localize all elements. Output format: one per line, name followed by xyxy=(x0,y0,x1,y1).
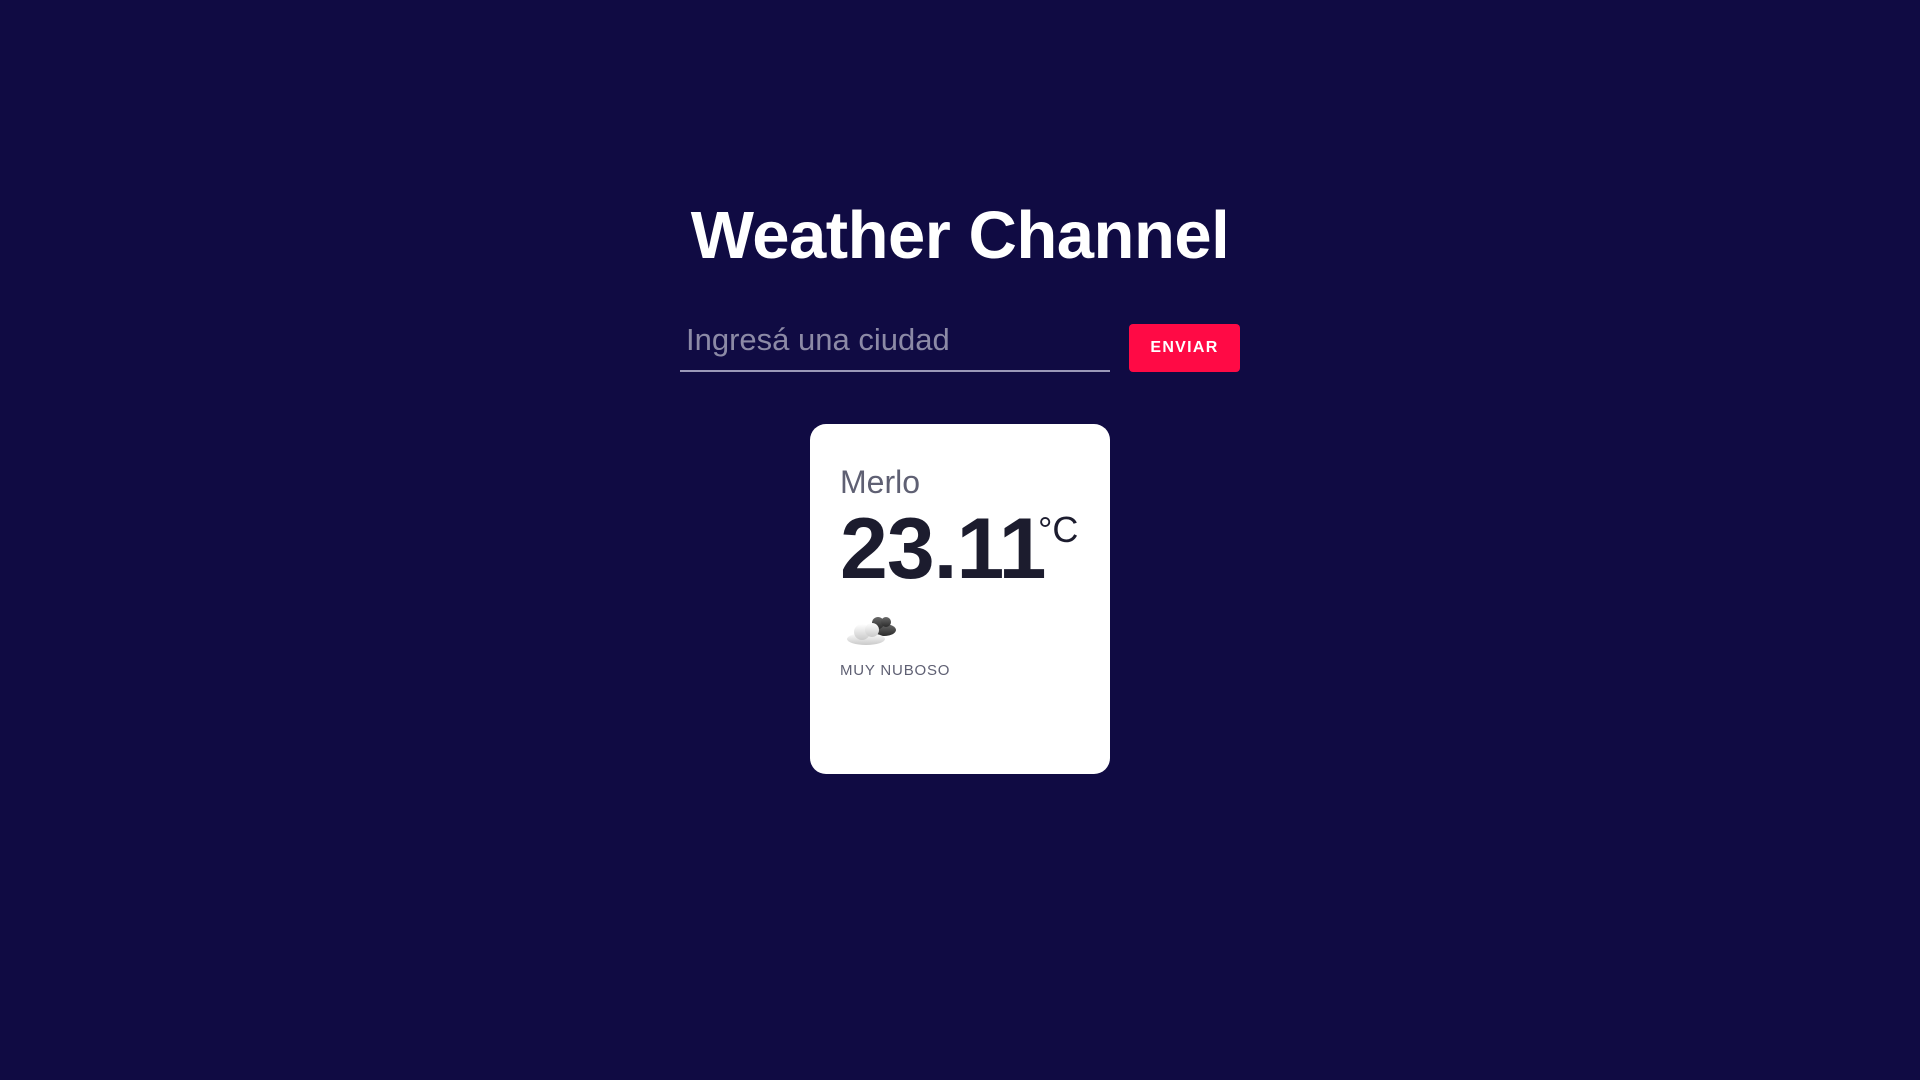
city-search-input[interactable] xyxy=(680,318,1110,372)
temperature-unit: °C xyxy=(1038,509,1079,550)
search-form: ENVIAR xyxy=(680,318,1241,376)
weather-condition: MUY NUBOSO xyxy=(840,662,951,679)
city-name: Merlo xyxy=(840,464,921,500)
weather-card: Merlo 23.11 °C MUY NUBOSO xyxy=(810,424,1110,774)
cloudy-icon xyxy=(840,608,900,652)
send-button[interactable]: ENVIAR xyxy=(1129,324,1240,372)
page: Weather Channel ENVIAR Merlo 23.11 °C xyxy=(0,0,1920,1080)
page-title: Weather Channel xyxy=(690,198,1230,273)
temperature-row: 23.11 °C xyxy=(840,504,1080,596)
temperature-value: 23.11 xyxy=(840,501,1046,597)
